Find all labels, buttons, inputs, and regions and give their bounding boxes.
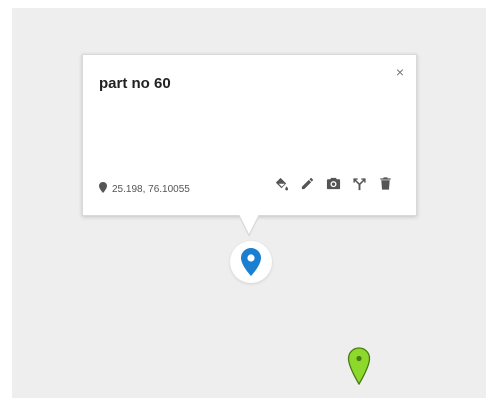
info-window: part no 60 × 25.198, 76.10055	[82, 54, 417, 216]
selected-marker[interactable]	[230, 241, 272, 283]
blue-map-pin-icon	[241, 248, 261, 276]
pencil-icon[interactable]	[299, 175, 316, 192]
coordinates-text: 25.198, 76.10055	[112, 183, 190, 195]
camera-icon[interactable]	[325, 175, 342, 192]
coordinates-row: 25.198, 76.10055	[99, 182, 190, 196]
action-toolbar	[273, 175, 394, 192]
green-map-pin-icon[interactable]	[347, 347, 371, 385]
info-window-tail-fill	[239, 214, 259, 234]
paint-bucket-icon[interactable]	[273, 175, 290, 192]
close-button[interactable]: ×	[396, 65, 404, 79]
trash-icon[interactable]	[377, 175, 394, 192]
map-canvas[interactable]: part no 60 × 25.198, 76.10055	[12, 8, 486, 398]
location-pin-icon	[99, 182, 107, 196]
info-window-title: part no 60	[99, 75, 171, 92]
route-split-icon[interactable]	[351, 175, 368, 192]
